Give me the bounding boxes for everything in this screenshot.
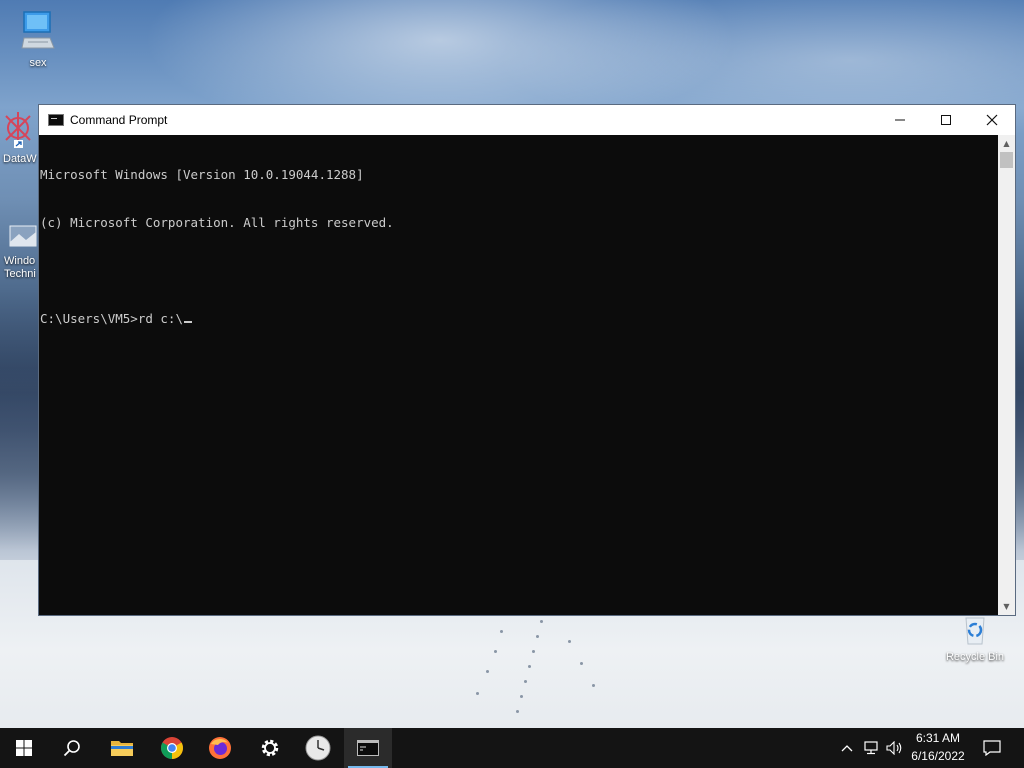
console-line: Microsoft Windows [Version 10.0.19044.12…: [40, 167, 364, 182]
console-output[interactable]: Microsoft Windows [Version 10.0.19044.12…: [39, 135, 998, 615]
command-prompt-window[interactable]: Command Prompt Microsoft Windows [Versio…: [38, 104, 1016, 616]
search-button[interactable]: [48, 728, 96, 768]
clock-app-button[interactable]: [294, 728, 342, 768]
desktop-icon-recycle-bin[interactable]: Recycle Bin: [940, 612, 1010, 664]
clock-date[interactable]: 6/16/2022: [906, 749, 970, 763]
firefox-icon: [209, 737, 231, 759]
terminal-icon: [357, 740, 379, 756]
scroll-thumb[interactable]: [1000, 152, 1013, 168]
console-command: C:\Users\VM5>rd c:\: [40, 311, 183, 326]
scroll-up-arrow-icon[interactable]: ▲: [998, 135, 1015, 152]
minimize-icon: [895, 119, 905, 121]
close-button[interactable]: [969, 105, 1015, 135]
desktop-icon-label: Recycle Bin: [945, 651, 1005, 663]
close-icon: [986, 114, 998, 126]
window-titlebar[interactable]: Command Prompt: [39, 105, 1015, 135]
chrome-button[interactable]: [148, 728, 196, 768]
computer-icon: [6, 10, 70, 55]
chevron-up-icon: [841, 745, 853, 752]
clock-icon: [305, 735, 331, 761]
chrome-icon: [161, 737, 183, 759]
recycle-bin-icon: [940, 612, 1010, 649]
windows-logo-icon: [16, 740, 32, 756]
action-center-button[interactable]: [978, 728, 1006, 768]
terminal-icon: [48, 114, 64, 126]
gear-icon: [261, 739, 279, 757]
network-button[interactable]: [860, 728, 882, 768]
window-title: Command Prompt: [70, 113, 168, 127]
notification-icon: [983, 740, 1001, 756]
clock-time[interactable]: 6:31 AM: [906, 731, 970, 745]
text-cursor: [184, 321, 192, 323]
vertical-scrollbar[interactable]: ▲ ▼: [998, 135, 1015, 615]
start-button[interactable]: [0, 728, 48, 768]
console-line: (c) Microsoft Corporation. All rights re…: [40, 215, 394, 230]
maximize-icon: [941, 115, 951, 125]
speaker-icon: [886, 741, 902, 755]
search-icon: [63, 740, 80, 757]
command-prompt-taskbar-button[interactable]: [344, 728, 392, 768]
show-hidden-icons-button[interactable]: [836, 728, 858, 768]
maximize-button[interactable]: [923, 105, 969, 135]
settings-button[interactable]: [246, 728, 294, 768]
desktop-icon-computer[interactable]: sex: [6, 10, 70, 70]
firefox-button[interactable]: [196, 728, 244, 768]
file-explorer-button[interactable]: [98, 728, 146, 768]
scroll-down-arrow-icon[interactable]: ▼: [998, 598, 1015, 615]
minimize-button[interactable]: [877, 105, 923, 135]
taskbar: 6:31 AM 6/16/2022: [0, 728, 1024, 768]
volume-button[interactable]: [884, 728, 906, 768]
desktop-icon-label: sex: [29, 57, 47, 69]
folder-icon: [111, 741, 133, 756]
network-icon: [864, 741, 878, 755]
console-prompt-line[interactable]: C:\Users\VM5>rd c:\: [40, 311, 998, 327]
